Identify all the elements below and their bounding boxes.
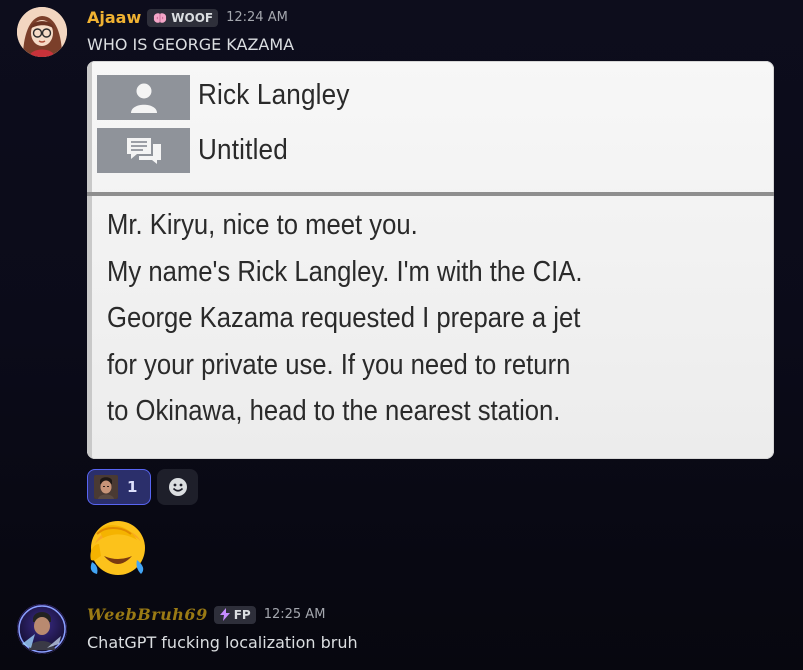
reactions-bar: 1 <box>87 469 198 505</box>
speaker-icon-box <box>97 75 190 120</box>
avatar-ajaaw-icon <box>17 7 67 57</box>
add-reaction-button[interactable] <box>157 469 198 505</box>
location-icon-box <box>97 128 190 173</box>
image-edge-shadow <box>87 61 92 459</box>
dialogue-line: Mr. Kiryu, nice to meet you. <box>107 209 418 241</box>
timestamp: 12:25 AM <box>263 607 326 622</box>
dialogue-line: for your private use. If you need to ret… <box>107 348 571 381</box>
reaction-count: 1 <box>127 478 138 496</box>
avatar[interactable] <box>17 604 67 654</box>
message-text: WHO IS GEORGE KAZAMA <box>87 35 295 54</box>
timestamp: 12:24 AM <box>226 10 288 25</box>
emoji-only-message <box>87 516 149 578</box>
image-attachment[interactable]: Rick Langley Untitled Mr. Kiryu, nice to… <box>87 61 774 459</box>
reaction-custom-face[interactable]: 1 <box>87 469 151 505</box>
lightning-icon <box>219 608 230 621</box>
server-tag-label: FP <box>233 607 251 622</box>
brain-icon <box>154 12 167 23</box>
smiley-add-icon <box>168 478 187 496</box>
custom-face-emoji-icon <box>94 475 118 499</box>
chat-bubbles-icon <box>126 137 161 164</box>
server-tag[interactable]: FP <box>213 605 256 624</box>
username[interactable]: Ajaaw <box>87 8 141 27</box>
speaker-name: Rick Langley <box>198 79 350 111</box>
message-text: ChatGPT fucking localization bruh <box>87 633 358 652</box>
dialogue-line: to Okinawa, head to the nearest station. <box>107 395 561 427</box>
dialogue-line: My name's Rick Langley. I'm with the CIA… <box>107 255 583 288</box>
username[interactable]: WeebBruh69 <box>87 605 208 624</box>
avatar-weebbruh-icon <box>17 604 67 654</box>
server-tag-label: WOOF <box>171 10 214 25</box>
divider-line <box>87 192 774 196</box>
person-icon <box>130 83 157 113</box>
avatar[interactable] <box>17 7 67 57</box>
face-holding-back-tears-laughing-icon <box>90 521 145 575</box>
location-name: Untitled <box>198 134 288 166</box>
server-tag[interactable]: WOOF <box>147 8 219 27</box>
dialogue-line: George Kazama requested I prepare a jet <box>107 302 581 334</box>
dialogue-text: Mr. Kiryu, nice to meet you. My name's R… <box>107 202 582 435</box>
